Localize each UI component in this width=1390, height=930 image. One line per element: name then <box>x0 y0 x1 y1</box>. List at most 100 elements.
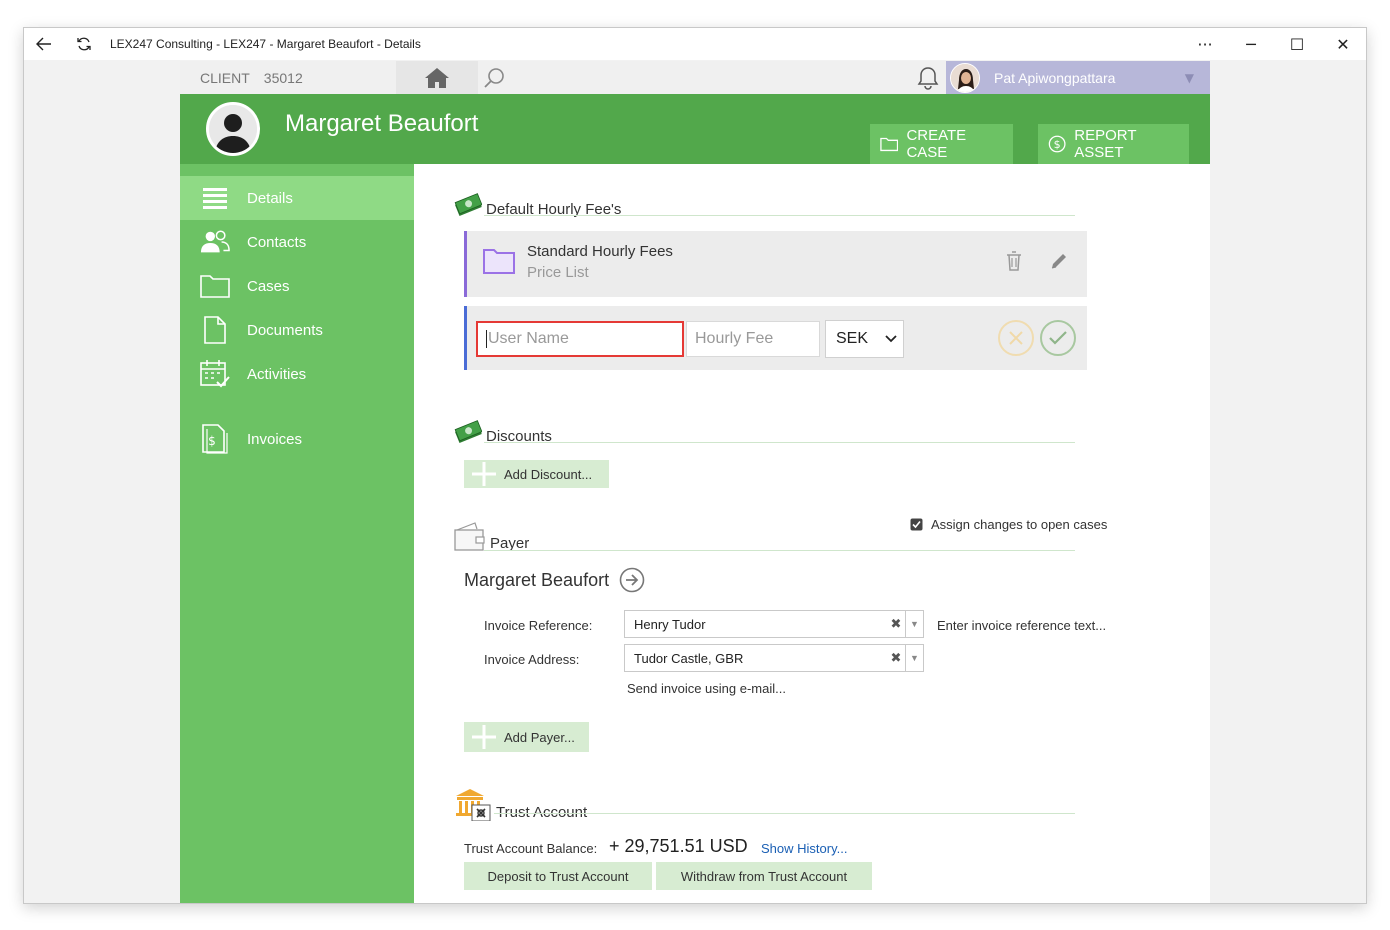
trash-icon[interactable] <box>1006 251 1022 271</box>
withdraw-button[interactable]: Withdraw from Trust Account <box>656 862 872 890</box>
details-icon <box>200 183 230 213</box>
trust-balance-value: + 29,751.51 USD <box>609 836 748 856</box>
maximize-button[interactable]: ☐ <box>1274 28 1320 60</box>
price-list-subtitle: Price List <box>527 264 589 281</box>
folder-icon <box>880 137 899 152</box>
sidebar-item-label: Activities <box>247 365 307 383</box>
new-fee-row: User Name Hourly Fee SEK <box>464 306 1087 370</box>
money-icon <box>454 193 482 216</box>
folder-icon <box>200 271 230 301</box>
cancel-button[interactable] <box>998 320 1034 356</box>
user-name-placeholder: User Name <box>486 330 569 348</box>
window-title: LEX247 Consulting - LEX247 - Margaret Be… <box>110 37 421 51</box>
section-divider <box>494 813 1075 814</box>
chevron-down-icon <box>885 335 897 343</box>
add-discount-button[interactable]: Add Discount... <box>464 460 609 488</box>
user-menu[interactable]: Pat Apiwongpattara ▼ <box>946 61 1210 94</box>
home-icon <box>425 67 449 88</box>
sidebar-item-label: Details <box>247 189 293 207</box>
chevron-down-icon: ▼ <box>1184 70 1194 85</box>
payer-name: Margaret Beaufort <box>464 569 610 590</box>
refresh-icon[interactable] <box>64 28 104 60</box>
price-list-card[interactable]: Standard Hourly Fees Price List <box>464 231 1087 297</box>
svg-text:$: $ <box>1054 138 1061 151</box>
invoice-address-value: Tudor Castle, GBR <box>634 650 744 666</box>
client-number: 35012 <box>263 69 303 86</box>
create-case-button[interactable]: CREATE CASE <box>870 124 1013 164</box>
confirm-button[interactable] <box>1040 320 1076 356</box>
invoice-address-label: Invoice Address: <box>484 652 580 667</box>
sidebar: Details Contacts Cases Documents Activit… <box>180 164 414 903</box>
sidebar-item-cases[interactable]: Cases <box>180 264 414 308</box>
section-divider <box>484 550 1075 551</box>
contacts-icon <box>200 227 230 257</box>
sidebar-item-documents[interactable]: Documents <box>180 308 414 352</box>
bank-vault-icon <box>456 789 491 821</box>
search-button[interactable] <box>480 61 510 94</box>
details-panel: Default Hourly Fee's Standard Hourly Fee… <box>414 164 1210 903</box>
add-payer-label: Add Payer... <box>504 729 575 745</box>
plus-icon <box>464 722 504 752</box>
invoice-reference-hint[interactable]: Enter invoice reference text... <box>937 618 1106 633</box>
client-header: Margaret Beaufort CREATE CASE $ REPORT A… <box>180 94 1210 164</box>
user-avatar <box>950 62 980 93</box>
hourly-fee-placeholder: Hourly Fee <box>695 330 774 347</box>
payer-row: Margaret Beaufort <box>464 567 645 593</box>
invoice-reference-combo[interactable]: Henry Tudor ✖ ▼ <box>624 610 924 638</box>
trust-balance-label: Trust Account Balance: <box>464 841 598 856</box>
create-case-label: CREATE CASE <box>906 127 967 161</box>
show-history-link[interactable]: Show History... <box>761 841 847 856</box>
deposit-button[interactable]: Deposit to Trust Account <box>464 862 652 890</box>
dropdown-arrow-icon[interactable]: ▼ <box>905 645 923 671</box>
plus-icon <box>464 460 504 488</box>
section-divider <box>484 215 1075 216</box>
send-invoice-email-link[interactable]: Send invoice using e-mail... <box>627 681 786 696</box>
assign-changes-checkbox[interactable]: Assign changes to open cases <box>910 517 1107 532</box>
dollar-coin-icon: $ <box>1048 135 1066 153</box>
client-name: Margaret Beaufort <box>285 110 479 137</box>
title-bar: LEX247 Consulting - LEX247 - Margaret Be… <box>24 28 1366 60</box>
sidebar-item-invoices[interactable]: $ Invoices <box>180 417 414 461</box>
search-icon <box>484 67 504 88</box>
deposit-label: Deposit to Trust Account <box>487 868 629 884</box>
clear-icon[interactable]: ✖ <box>887 616 905 632</box>
sidebar-item-label: Cases <box>247 277 290 295</box>
sidebar-item-details[interactable]: Details <box>180 176 414 220</box>
back-icon[interactable] <box>24 28 64 60</box>
invoice-icon: $ <box>200 424 230 454</box>
dropdown-arrow-icon[interactable]: ▼ <box>905 611 923 637</box>
close-button[interactable]: ✕ <box>1320 28 1366 60</box>
invoice-reference-value: Henry Tudor <box>634 616 706 632</box>
invoice-address-combo[interactable]: Tudor Castle, GBR ✖ ▼ <box>624 644 924 672</box>
client-label: CLIENT <box>200 69 250 86</box>
app-window: LEX247 Consulting - LEX247 - Margaret Be… <box>23 27 1367 904</box>
notifications-button[interactable] <box>915 65 941 91</box>
report-asset-button[interactable]: $ REPORT ASSET <box>1038 124 1189 164</box>
document-icon <box>200 315 230 345</box>
sidebar-item-activities[interactable]: Activities <box>180 352 414 396</box>
section-divider <box>484 442 1075 443</box>
svg-text:$: $ <box>208 434 216 448</box>
add-payer-button[interactable]: Add Payer... <box>464 722 589 752</box>
more-options-icon[interactable]: ··· <box>1182 28 1228 60</box>
user-name: Pat Apiwongpattara <box>994 69 1116 86</box>
invoice-reference-label: Invoice Reference: <box>484 618 593 633</box>
clear-icon[interactable]: ✖ <box>887 650 905 666</box>
pencil-icon[interactable] <box>1049 251 1069 271</box>
currency-select[interactable]: SEK <box>825 320 904 358</box>
assign-changes-label: Assign changes to open cases <box>931 517 1108 532</box>
add-discount-label: Add Discount... <box>504 466 593 482</box>
arrow-right-circle-icon[interactable] <box>619 567 645 593</box>
hourly-fee-input[interactable]: Hourly Fee <box>686 321 820 357</box>
user-name-input[interactable]: User Name <box>476 321 684 357</box>
home-button[interactable] <box>396 61 478 94</box>
section-trust-account: Trust Account <box>454 787 587 821</box>
withdraw-label: Withdraw from Trust Account <box>680 868 848 884</box>
sidebar-item-contacts[interactable]: Contacts <box>180 220 414 264</box>
section-payer: Payer <box>454 522 529 552</box>
app-content: CLIENT 35012 Pat Apiwongpattara ▼ Margar… <box>180 61 1210 903</box>
sidebar-item-label: Contacts <box>247 233 307 251</box>
top-bar: CLIENT 35012 Pat Apiwongpattara ▼ <box>180 61 1210 94</box>
minimize-button[interactable]: ─ <box>1228 28 1274 60</box>
price-list-title: Standard Hourly Fees <box>527 243 673 260</box>
